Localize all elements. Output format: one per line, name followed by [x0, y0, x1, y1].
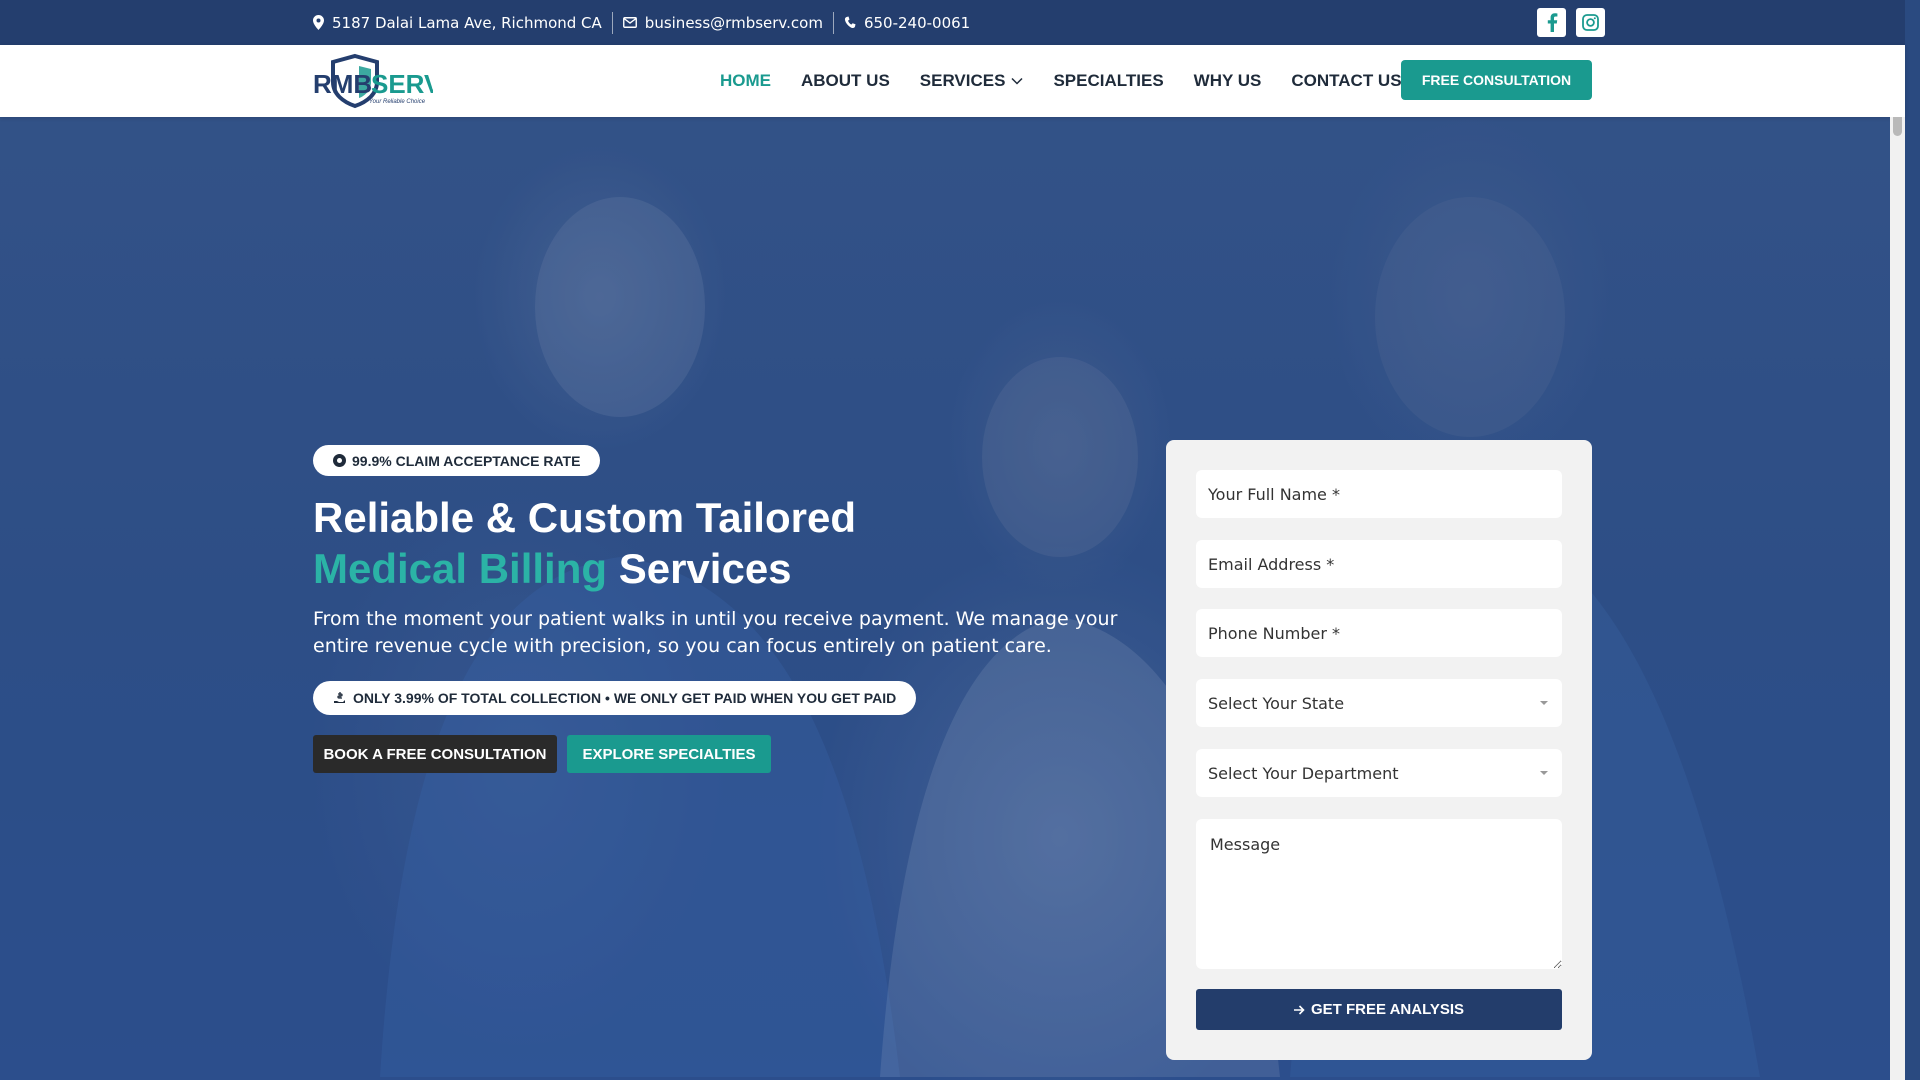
hero-title: Reliable & Custom Tailored Medical Billi… [313, 492, 1073, 594]
arrow-right-icon [1293, 1004, 1305, 1015]
caret-down-icon [1540, 771, 1548, 775]
site-logo[interactable]: RMB SERV Your Reliable Choice [313, 52, 442, 110]
pricing-text: ONLY 3.99% OF TOTAL COLLECTION • WE ONLY… [353, 690, 897, 706]
envelope-icon [622, 17, 637, 28]
address-text: 5187 Dalai Lama Ave, Richmond CA [332, 13, 602, 32]
hand-money-icon [334, 692, 345, 703]
email-item[interactable]: business@rmbserv.com [622, 14, 823, 32]
record-dot-icon [333, 454, 346, 467]
nav-contact-us[interactable]: CONTACT US [1291, 71, 1401, 91]
free-analysis-form: Select Your State Select Your Department… [1166, 440, 1592, 1060]
main-nav: HOME ABOUT US SERVICES SPECIALTIES WHY U… [720, 45, 1402, 117]
nav-services[interactable]: SERVICES [920, 71, 1024, 91]
svg-text:RMB: RMB [313, 69, 372, 99]
address-item: 5187 Dalai Lama Ave, Richmond CA [313, 14, 602, 32]
contact-info: 5187 Dalai Lama Ave, Richmond CA busines… [313, 0, 970, 45]
social-links [1537, 8, 1605, 37]
hero-title-accent: Medical Billing [313, 545, 608, 592]
state-select-value: Select Your State [1208, 693, 1345, 713]
claim-acceptance-badge: 99.9% CLAIM ACCEPTANCE RATE [313, 445, 601, 476]
nav-why-us[interactable]: WHY US [1194, 71, 1262, 91]
submit-label: GET FREE ANALYSIS [1310, 1001, 1465, 1018]
phone-icon [844, 16, 856, 28]
phone-item[interactable]: 650-240-0061 [844, 14, 970, 32]
department-select-value: Select Your Department [1208, 763, 1399, 783]
pricing-pill: ONLY 3.99% OF TOTAL COLLECTION • WE ONLY… [313, 681, 917, 715]
instagram-icon[interactable] [1576, 8, 1605, 37]
main-header: RMB SERV Your Reliable Choice HOME ABOUT… [0, 45, 1905, 117]
phone-link[interactable]: 650-240-0061 [864, 14, 970, 32]
hero-background-photo [0, 117, 1905, 1080]
divider [611, 11, 613, 34]
message-textarea[interactable] [1196, 819, 1562, 969]
state-select[interactable]: Select Your State [1196, 679, 1562, 727]
svg-text:SERV: SERV [371, 69, 433, 99]
email-link[interactable]: business@rmbserv.com [645, 14, 823, 32]
book-consultation-button[interactable]: BOOK A FREE CONSULTATION [313, 735, 557, 773]
divider [832, 11, 834, 34]
hero-title-line1: Reliable & Custom Tailored [313, 494, 856, 541]
caret-down-icon [1540, 701, 1548, 705]
scrollbar-thumb[interactable] [1893, 117, 1902, 136]
phone-input[interactable] [1196, 609, 1562, 657]
nav-home[interactable]: HOME [720, 71, 771, 91]
facebook-icon[interactable] [1537, 8, 1566, 37]
nav-about-us[interactable]: ABOUT US [801, 71, 890, 91]
page-scrollbar[interactable] [1890, 117, 1905, 1080]
get-free-analysis-button[interactable]: GET FREE ANALYSIS [1196, 989, 1562, 1030]
location-pin-icon [313, 15, 324, 30]
free-consultation-button[interactable]: FREE CONSULTATION [1401, 60, 1592, 100]
nav-services-label: SERVICES [919, 71, 1006, 90]
hero-subtitle: From the moment your patient walks in un… [313, 608, 1118, 657]
badge-text: 99.9% CLAIM ACCEPTANCE RATE [352, 452, 581, 469]
top-info-bar: 5187 Dalai Lama Ave, Richmond CA busines… [0, 0, 1905, 45]
explore-specialties-button[interactable]: EXPLORE SPECIALTIES [567, 735, 771, 773]
department-select[interactable]: Select Your Department [1196, 749, 1562, 797]
chevron-down-icon [1011, 77, 1023, 85]
email-input[interactable] [1196, 540, 1562, 588]
nav-specialties[interactable]: SPECIALTIES [1053, 71, 1163, 91]
full-name-input[interactable] [1196, 470, 1562, 518]
svg-text:Your Reliable Choice: Your Reliable Choice [369, 99, 426, 105]
hero-title-rest: Services [618, 545, 792, 592]
hero-section: 99.9% CLAIM ACCEPTANCE RATE Reliable & C… [0, 117, 1905, 1080]
